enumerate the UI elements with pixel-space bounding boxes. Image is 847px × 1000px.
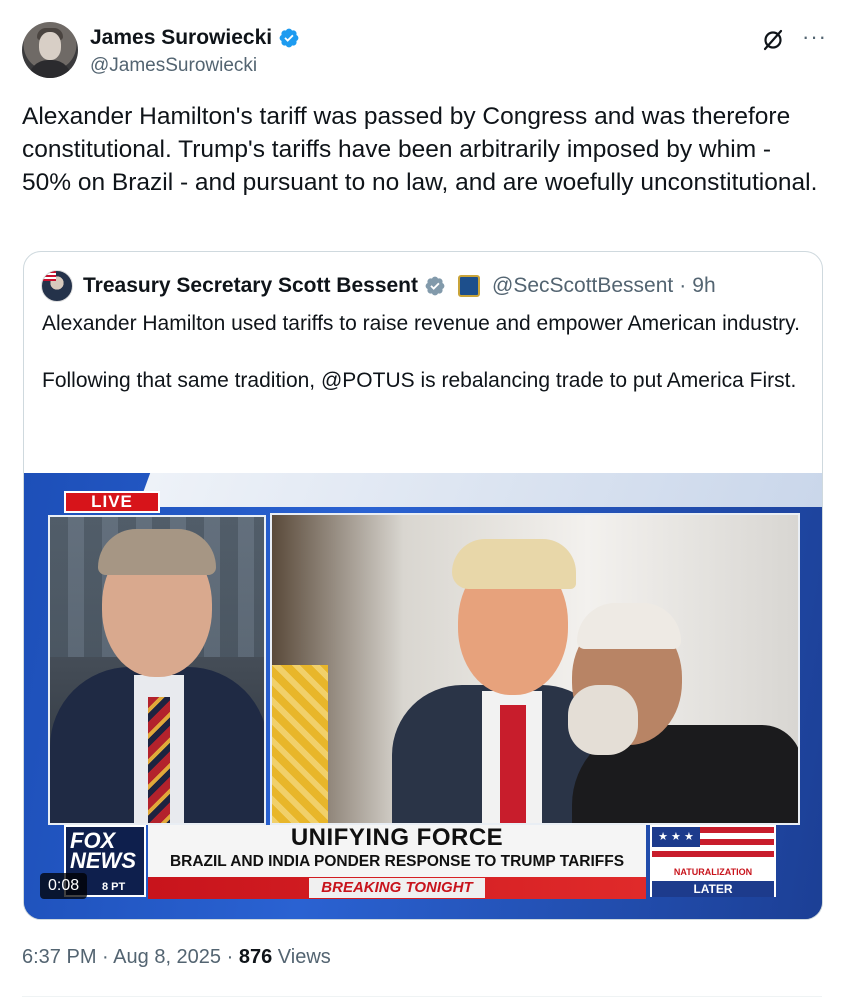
promo-box: ★ ★ ★ NATURALIZATION CEREMONY LATER: [650, 825, 776, 897]
quoted-text-paragraph-1: Alexander Hamilton used tariffs to raise…: [42, 312, 800, 335]
quoted-author-handle[interactable]: @SecScottBessent: [492, 274, 673, 298]
quoted-tweet-text: Alexander Hamilton used tariffs to raise…: [42, 310, 802, 395]
verified-badge-icon: [279, 28, 299, 48]
network-time: 8 PT: [102, 881, 126, 893]
grok-icon[interactable]: [761, 28, 785, 52]
tweet-time[interactable]: 6:37 PM: [22, 946, 96, 968]
video-player[interactable]: LIVE FOX NEWS 8 PT UNIFYING FORCE BRAZIL…: [24, 473, 822, 919]
video-headline: UNIFYING FORCE: [290, 824, 504, 851]
breaking-banner: BREAKING TONIGHT: [148, 877, 646, 899]
quoted-tweet-header: Treasury Secretary Scott Bessent @SecSco…: [41, 270, 716, 302]
anchor-video-pane: [48, 515, 266, 825]
news-lower-third: FOX NEWS 8 PT UNIFYING FORCE BRAZIL AND I…: [64, 825, 804, 905]
tweet-header: James Surowiecki @JamesSurowiecki ···: [22, 22, 827, 82]
tweet-meta: 6:37 PM · Aug 8, 2025 · 876 Views: [22, 946, 331, 969]
quoted-text-paragraph-2: Following that same tradition, @POTUS is…: [42, 368, 797, 392]
quoted-timestamp[interactable]: 9h: [692, 274, 715, 298]
treasury-seal-icon: [458, 275, 481, 297]
gray-verified-badge-icon: [425, 276, 445, 296]
promo-stars: ★ ★ ★: [652, 827, 700, 847]
footage-video-pane: [270, 513, 800, 825]
views-label: Views: [277, 946, 331, 968]
meta-separator-2: ·: [226, 946, 234, 968]
quoted-author-name[interactable]: Treasury Secretary Scott Bessent: [83, 274, 418, 298]
tweet-text: Alexander Hamilton's tariff was passed b…: [22, 103, 818, 196]
author-avatar[interactable]: [22, 22, 78, 78]
quoted-tweet[interactable]: Treasury Secretary Scott Bessent @SecSco…: [23, 251, 823, 920]
views-count[interactable]: 876: [239, 946, 272, 968]
promo-title: NATURALIZATION CEREMONY: [673, 867, 753, 895]
tweet-date[interactable]: Aug 8, 2025: [113, 946, 221, 968]
quoted-author-avatar[interactable]: [41, 270, 73, 302]
author-handle[interactable]: @JamesSurowiecki: [90, 55, 257, 77]
promo-when: LATER: [652, 881, 774, 897]
more-icon[interactable]: ···: [802, 26, 827, 48]
network-line-2: NEWS: [70, 848, 136, 873]
author-name-row: James Surowiecki: [90, 26, 300, 50]
headline-box: UNIFYING FORCE BRAZIL AND INDIA PONDER R…: [148, 825, 646, 877]
author-name[interactable]: James Surowiecki: [90, 26, 272, 50]
meta-separator-1: ·: [102, 946, 109, 968]
breaking-label: BREAKING TONIGHT: [309, 878, 485, 898]
divider: [22, 996, 822, 997]
video-duration: 0:08: [40, 873, 88, 899]
quoted-separator: ·: [679, 274, 687, 297]
live-badge: LIVE: [64, 491, 160, 513]
video-subhead: BRAZIL AND INDIA PONDER RESPONSE TO TRUM…: [169, 853, 625, 870]
